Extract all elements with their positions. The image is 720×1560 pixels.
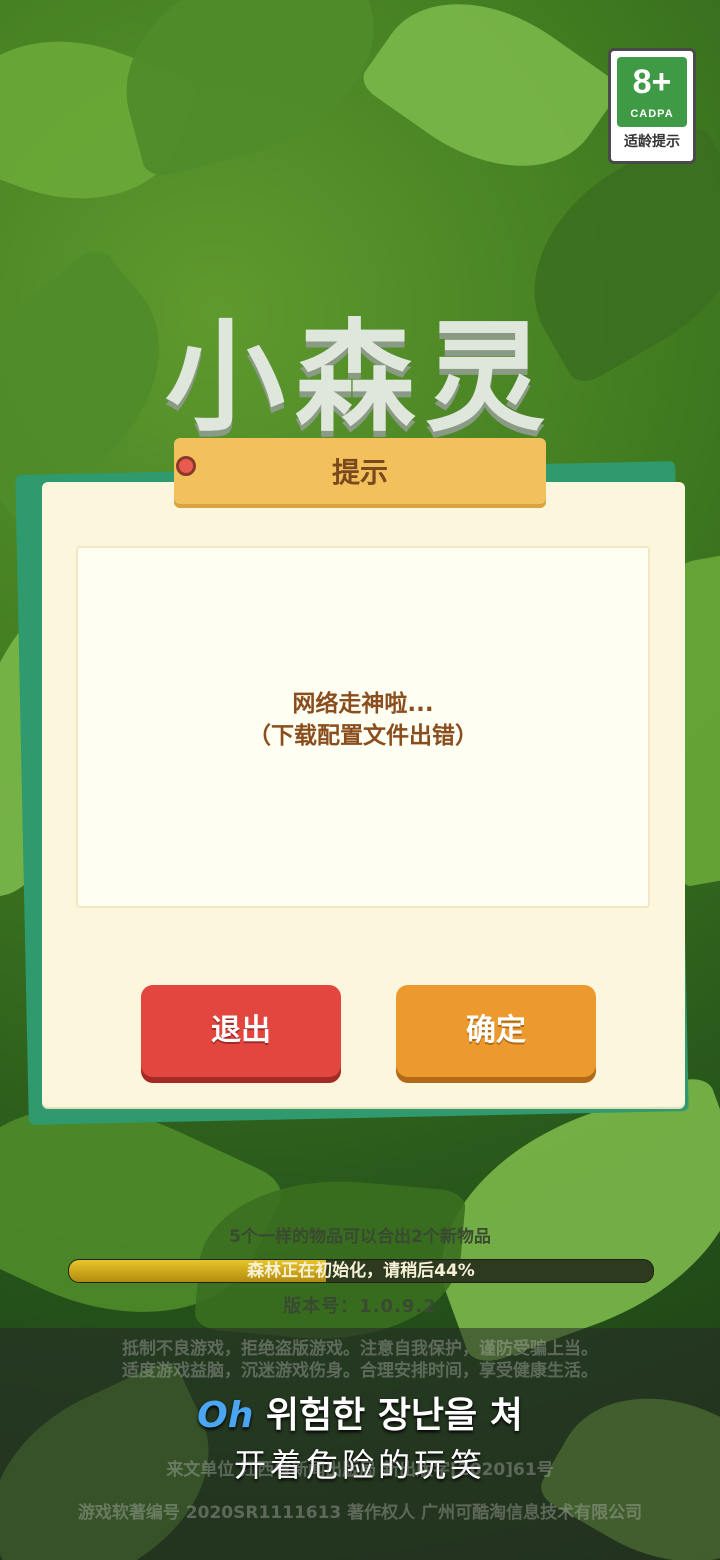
copyright-line: 游戏软著编号 2020SR1111613 著作权人 广州可酷淘信息技术有限公司 <box>77 1503 643 1523</box>
notice-line-2: 适度游戏益脑，沉迷游戏伤身。合理安排时间，享受健康生活。 <box>122 1361 598 1381</box>
subtitle-highlight: Oh <box>197 1395 254 1436</box>
game-logo: 小森灵 <box>100 200 620 448</box>
error-detail: （下载配置文件出错） <box>248 723 478 749</box>
age-rating-badge: 8+ CADPA 适龄提示 <box>608 48 696 164</box>
logo-text: 小森灵 <box>165 309 555 448</box>
dialog-title-tag: 提示 <box>174 438 546 504</box>
loading-tip: 5个一样的物品可以合出2个新物品 <box>229 1227 491 1247</box>
dialog-title: 提示 <box>331 456 388 489</box>
notice-line-1: 抵制不良游戏，拒绝盗版游戏。注意自我保护，谨防受骗上当。 <box>122 1339 598 1359</box>
subtitle-line-1: Oh 위험한 장난을 쳐 <box>0 1386 720 1438</box>
version-label: 版本号：1.0.9.2 <box>283 1296 437 1317</box>
exit-button[interactable]: 退出 <box>141 985 341 1077</box>
rating-hint: 适龄提示 <box>624 134 680 150</box>
confirm-button[interactable]: 确定 <box>396 985 596 1077</box>
loading-progress-bar: 森林正在初始化，请稍后44% <box>68 1259 654 1283</box>
subtitle-text: 위험한 장난을 쳐 <box>253 1395 523 1436</box>
publisher-line: 来文单位 江西省新闻出版局 新出版字[2020]61号 <box>166 1460 554 1480</box>
rating-age: 8+ <box>632 63 672 101</box>
progress-label: 森林正在初始化，请稍后44% <box>247 1261 475 1281</box>
pin-icon <box>176 456 196 476</box>
error-message: 网络走神啦... <box>292 691 434 717</box>
health-notice: 抵制不良游戏，拒绝盗版游戏。注意自我保护，谨防受骗上当。 适度游戏益脑，沉迷游戏… <box>0 1338 720 1382</box>
dialog-message-panel: 网络走神啦... （下载配置文件出错） <box>76 546 650 908</box>
rating-org: CADPA <box>630 108 674 120</box>
